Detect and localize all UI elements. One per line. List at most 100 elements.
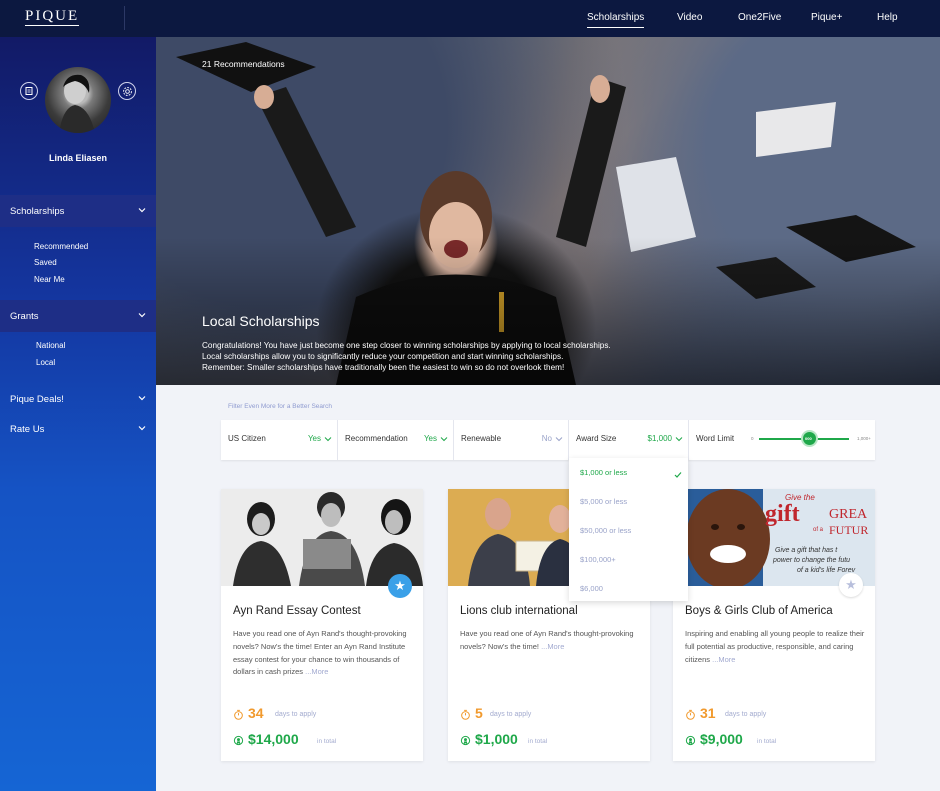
nav-help[interactable]: Help bbox=[877, 12, 898, 23]
filter-label: Award Size bbox=[576, 434, 617, 443]
scholarship-card[interactable]: ★ Ayn Rand Essay Contest Have you read o… bbox=[221, 489, 423, 761]
nav-scholarships[interactable]: Scholarships bbox=[587, 12, 645, 28]
days-label: days to apply bbox=[275, 711, 317, 718]
stopwatch-icon bbox=[234, 709, 243, 720]
sidebar-section-grants[interactable]: Grants bbox=[0, 300, 156, 332]
sidebar-item-recommended[interactable]: Recommended bbox=[34, 242, 88, 251]
banner-text: gift bbox=[765, 501, 800, 527]
nav-one2five[interactable]: One2Five bbox=[738, 12, 781, 23]
days-label: days to apply bbox=[725, 711, 767, 718]
students-photo bbox=[221, 489, 423, 586]
sidebar-section-scholarships[interactable]: Scholarships bbox=[0, 195, 156, 227]
filter-bar: US Citizen Yes Recommendation Yes Renewa… bbox=[221, 420, 875, 460]
amount-number: $14,000 bbox=[248, 731, 299, 747]
more-link[interactable]: ...More bbox=[712, 655, 735, 664]
hero-desc-line: Local scholarships allow you to signific… bbox=[202, 352, 564, 361]
banner-text: FUTUR bbox=[829, 523, 869, 537]
slider-knob-label: 000 bbox=[805, 435, 812, 441]
filter-label: Renewable bbox=[461, 434, 502, 443]
award-ribbon-icon bbox=[685, 735, 696, 746]
award-option-6000[interactable]: $6,000 bbox=[580, 584, 603, 593]
sidebar-section-rate-us[interactable]: Rate Us bbox=[0, 413, 156, 445]
hero-desc-line: Remember: Smaller scholarships have trad… bbox=[202, 363, 565, 372]
award-option-100000-plus[interactable]: $100,000+ bbox=[580, 555, 616, 564]
card-description: Inspiring and enabling all young people … bbox=[685, 628, 867, 666]
sidebar-item-near-me[interactable]: Near Me bbox=[34, 275, 65, 284]
filter-label: US Citizen bbox=[228, 434, 266, 443]
award-ribbon-icon bbox=[460, 735, 471, 746]
sidebar-item-saved[interactable]: Saved bbox=[34, 258, 57, 267]
top-navigation-bar: PIQUE Scholarships Video One2Five Pique+… bbox=[0, 0, 940, 37]
hero-title: Local Scholarships bbox=[202, 313, 320, 329]
card-description: Have you read one of Ayn Rand's thought-… bbox=[233, 628, 415, 679]
days-number: 31 bbox=[700, 705, 716, 721]
days-number: 34 bbox=[248, 705, 264, 721]
settings-gear-icon[interactable] bbox=[118, 82, 136, 100]
chevron-down-icon bbox=[138, 313, 146, 318]
amount-number: $9,000 bbox=[700, 731, 743, 747]
card-description: Have you read one of Ayn Rand's thought-… bbox=[460, 628, 642, 654]
chevron-down-icon bbox=[324, 437, 332, 442]
pique-logo[interactable]: PIQUE bbox=[25, 9, 80, 26]
card-title: Ayn Rand Essay Contest bbox=[233, 605, 361, 617]
filter-caption: Filter Even More for a Better Search bbox=[228, 403, 333, 410]
sidebar: Linda Eliasen Scholarships Recommended S… bbox=[0, 37, 156, 791]
amount-label: in total bbox=[757, 738, 777, 745]
sidebar-section-pique-deals[interactable]: Pique Deals! bbox=[0, 383, 156, 415]
award-option-5000-or-less[interactable]: $5,000 or less bbox=[580, 497, 627, 506]
card-image: Give the gift GREA of a FUTUR Give a gif… bbox=[673, 489, 875, 586]
sidebar-section-label: Rate Us bbox=[10, 423, 45, 435]
filter-renewable[interactable]: Renewable No bbox=[454, 420, 569, 460]
filter-label: Word Limit bbox=[696, 434, 735, 443]
filter-value: Yes bbox=[423, 434, 437, 443]
days-label: days to apply bbox=[490, 711, 532, 718]
award-option-1000-or-less[interactable]: $1,000 or less bbox=[580, 468, 627, 477]
banner-text: Give a gift that has t bbox=[775, 547, 838, 554]
chevron-down-icon bbox=[440, 437, 448, 442]
stopwatch-icon bbox=[461, 709, 470, 720]
profile-edit-icon[interactable] bbox=[20, 82, 38, 100]
avatar[interactable] bbox=[45, 67, 111, 133]
checkmark-icon bbox=[674, 472, 682, 478]
filter-value: $1,000 bbox=[647, 434, 672, 443]
scholarship-card[interactable]: Give the gift GREA of a FUTUR Give a gif… bbox=[673, 489, 875, 761]
nav-video[interactable]: Video bbox=[677, 12, 702, 23]
amount-label: in total bbox=[528, 738, 548, 745]
slider-max-label: 1,000+ bbox=[857, 436, 871, 441]
sidebar-section-label: Pique Deals! bbox=[10, 393, 64, 405]
chevron-down-icon bbox=[675, 437, 683, 442]
card-title: Lions club international bbox=[460, 605, 578, 617]
nav-pique-plus[interactable]: Pique+ bbox=[811, 12, 842, 23]
filter-label: Recommendation bbox=[345, 434, 408, 443]
sidebar-item-local[interactable]: Local bbox=[36, 358, 55, 367]
sidebar-section-label: Grants bbox=[10, 310, 39, 322]
filter-recommendation[interactable]: Recommendation Yes bbox=[338, 420, 454, 460]
days-number: 5 bbox=[475, 705, 483, 721]
topbar-divider bbox=[124, 6, 125, 30]
award-option-50000-or-less[interactable]: $50,000 or less bbox=[580, 526, 631, 535]
filter-word-limit: Word Limit bbox=[689, 420, 875, 460]
award-size-dropdown: $1,000 or less $5,000 or less $50,000 or… bbox=[569, 458, 688, 601]
hero-desc-line: Congratulations! You have just become on… bbox=[202, 341, 611, 350]
banner-text: GREA bbox=[829, 507, 868, 522]
chevron-down-icon bbox=[138, 426, 146, 431]
sidebar-item-national[interactable]: National bbox=[36, 341, 65, 350]
filter-value: No bbox=[541, 434, 552, 443]
chevron-down-icon bbox=[555, 437, 563, 442]
star-favorite-icon[interactable]: ★ bbox=[388, 574, 412, 598]
star-favorite-icon[interactable]: ★ bbox=[839, 573, 863, 597]
filter-us-citizen[interactable]: US Citizen Yes bbox=[221, 420, 338, 460]
slider-min-label: 0 bbox=[751, 436, 754, 441]
filter-award-size[interactable]: Award Size $1,000 bbox=[569, 420, 689, 460]
banner-text: of a bbox=[813, 527, 824, 533]
word-limit-slider-knob[interactable]: 000 bbox=[801, 430, 818, 447]
hero-description: Congratulations! You have just become on… bbox=[202, 340, 672, 373]
chevron-down-icon bbox=[138, 208, 146, 213]
card-title: Boys & Girls Club of America bbox=[685, 605, 833, 617]
more-link[interactable]: ...More bbox=[541, 642, 564, 651]
chevron-down-icon bbox=[138, 396, 146, 401]
more-link[interactable]: ...More bbox=[305, 667, 328, 676]
filter-value: Yes bbox=[307, 434, 321, 443]
award-ribbon-icon bbox=[233, 735, 244, 746]
hero-banner: 21 Recommendations Local Scholarships Co… bbox=[156, 37, 940, 385]
